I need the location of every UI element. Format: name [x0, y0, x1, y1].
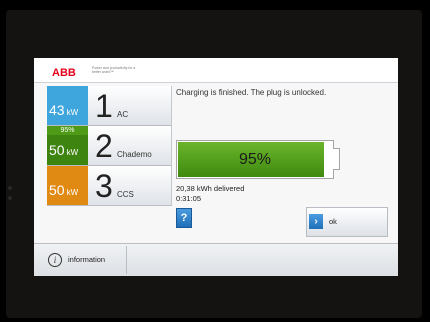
ok-button[interactable]: › ok: [306, 207, 388, 237]
status-message: Charging is finished. The plug is unlock…: [176, 88, 327, 97]
battery-gauge: 95%: [176, 140, 334, 179]
connector-1-power-box: 43 kW: [47, 86, 88, 125]
connector-1-power-unit: kW: [66, 108, 79, 117]
ok-label: ok: [329, 217, 337, 226]
status-panel: Charging is finished. The plug is unlock…: [176, 86, 396, 242]
bezel-sensor: [8, 186, 12, 190]
connector-2-power-value: 50: [49, 142, 65, 158]
help-button[interactable]: ?: [176, 208, 192, 228]
connector-1-power: 43 kW: [49, 102, 78, 118]
information-label: information: [68, 255, 106, 264]
connector-2-power: 50 kW: [49, 142, 78, 158]
connector-2-power-unit: kW: [66, 148, 79, 157]
question-icon: ?: [180, 212, 188, 224]
connector-2-tile[interactable]: 95% 50 kW 2 Chademo: [47, 126, 172, 166]
bezel-sensor: [8, 196, 12, 200]
information-button[interactable]: i information: [36, 246, 127, 274]
connector-3-power-box: 50 kW: [47, 166, 88, 205]
connector-3-type: CCS: [117, 190, 134, 199]
energy-delivered: 20,38 kWh delivered: [176, 184, 245, 193]
footer-bar: i information: [34, 243, 398, 276]
connector-3-power: 50 kW: [49, 182, 78, 198]
connector-3-power-unit: kW: [66, 188, 79, 197]
charger-screen: ABB Power and productivity for a better …: [34, 58, 398, 276]
connector-1-power-value: 43: [49, 102, 65, 118]
info-circle-icon: i: [48, 253, 62, 267]
connector-3-tile[interactable]: 50 kW 3 CCS: [47, 166, 172, 206]
connector-list: 43 kW 1 AC 95% 50 kW 2 Chademo 50 kW 3 CCS: [47, 86, 172, 206]
header-bar: ABB Power and productivity for a better …: [34, 58, 398, 83]
connector-1-type: AC: [117, 110, 129, 119]
chevron-right-icon: ›: [309, 214, 323, 229]
connector-2-type: Chademo: [117, 150, 152, 159]
brand-tagline: Power and productivity for a better worl…: [92, 66, 136, 74]
abb-logo: ABB: [52, 67, 76, 77]
connector-1-tile[interactable]: 43 kW 1 AC: [47, 86, 172, 126]
connector-2-power-box: 95% 50 kW: [47, 126, 88, 165]
charge-duration: 0:31:05: [176, 194, 202, 203]
connector-2-number: 2: [95, 128, 113, 164]
connector-3-number: 3: [95, 168, 113, 204]
battery-percent: 95%: [238, 151, 272, 168]
battery-terminal: [333, 148, 340, 170]
connector-1-number: 1: [95, 88, 113, 124]
connector-2-charge-percent: 95%: [47, 126, 88, 135]
abb-logo-text: ABB: [52, 67, 76, 77]
connector-3-power-value: 50: [49, 182, 65, 198]
